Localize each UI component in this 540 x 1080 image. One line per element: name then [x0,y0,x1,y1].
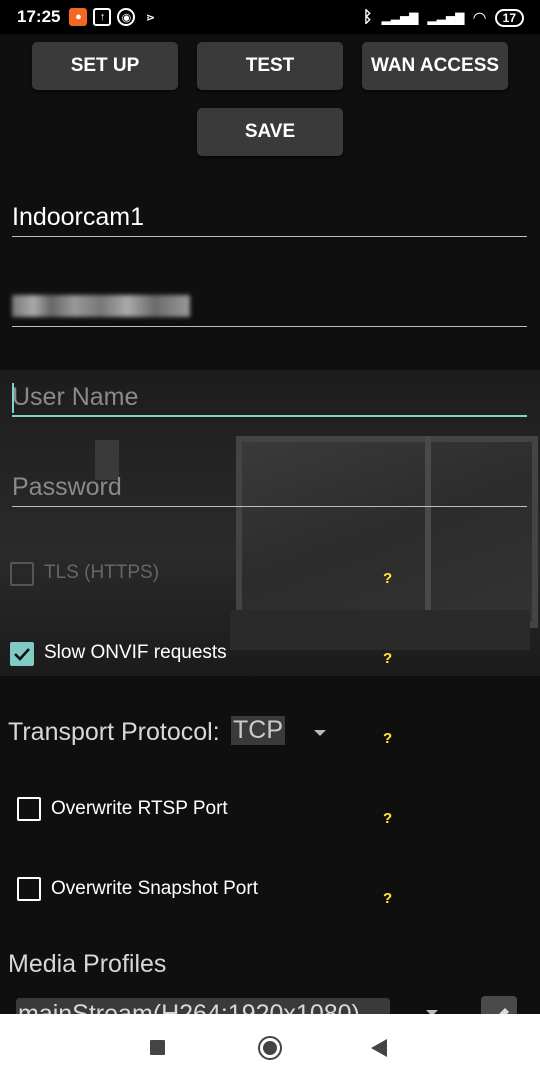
wifi-icon: ◠ [473,10,486,27]
status-time: 17:25 [17,7,61,26]
recents-button-icon[interactable] [150,1040,165,1055]
test-button[interactable]: TEST [197,42,343,90]
home-button-icon[interactable] [258,1036,282,1060]
checkmark-icon [14,648,30,661]
transport-help-icon[interactable]: ? [383,730,392,747]
wan-access-button[interactable]: WAN ACCESS [362,42,508,90]
slow-onvif-label: Slow ONVIF requests [44,642,227,663]
rtsp-help-icon[interactable]: ? [383,810,392,827]
upload-icon: ↑ [93,8,112,26]
slow-onvif-help-icon[interactable]: ? [383,650,392,667]
overwrite-rtsp-checkbox[interactable] [17,797,41,821]
setup-button[interactable]: SET UP [32,42,178,90]
battery-icon: 17 [494,9,524,27]
target-icon: ◉ [117,8,136,26]
signal-icon-1: ▂▃▅▇ [381,11,419,25]
tls-checkbox[interactable] [10,562,34,586]
bluetooth-icon: ᛒ [362,9,373,26]
transport-protocol-label: Transport Protocol: [8,718,220,746]
password-field[interactable]: Password [12,470,527,508]
media-profile-value: mainStream(H264:1920x1080) [18,1000,360,1014]
back-button-icon[interactable] [370,1038,388,1058]
address-value-redacted [12,295,190,317]
text-cursor [12,383,14,413]
address-field[interactable] [12,290,527,328]
media-profile-select[interactable]: mainStream(H264:1920x1080) [16,998,390,1014]
navigation-bar [0,1014,540,1080]
tls-help-icon[interactable]: ? [383,570,392,587]
tls-label: TLS (HTTPS) [44,562,160,583]
overwrite-rtsp-label: Overwrite RTSP Port [51,798,228,819]
signal-icon-2: ▂▃▅▇ [427,11,465,25]
overwrite-snapshot-checkbox[interactable] [17,877,41,901]
slow-onvif-checkbox[interactable] [10,642,34,666]
nfc-icon: ⋗ [145,11,156,24]
edit-profile-button[interactable] [481,996,517,1014]
overwrite-snapshot-label: Overwrite Snapshot Port [51,878,258,899]
transport-protocol-select[interactable]: TCP [231,716,285,745]
notification-icons: ● ↑ ◉ ⋗ [69,8,159,26]
pencil-icon [499,1008,509,1014]
camera-name-value: Indoorcam1 [12,203,145,231]
transport-dropdown-icon[interactable] [314,730,326,736]
app-notification-icon: ● [69,8,88,26]
username-placeholder: User Name [12,383,139,411]
password-placeholder: Password [12,473,122,501]
system-icons: ᛒ ▂▃▅▇ ▂▃▅▇ ◠ 17 [363,8,524,28]
status-bar: 17:25 ● ↑ ◉ ⋗ ᛒ ▂▃▅▇ ▂▃▅▇ ◠ 17 [0,0,540,34]
snapshot-help-icon[interactable]: ? [383,890,392,907]
media-profiles-heading: Media Profiles [8,950,167,978]
settings-screen: SET UP TEST WAN ACCESS SAVE Indoorcam1 U… [0,34,540,1014]
save-button[interactable]: SAVE [197,108,343,156]
username-field[interactable]: User Name [12,380,527,418]
camera-name-field[interactable]: Indoorcam1 [12,200,527,238]
